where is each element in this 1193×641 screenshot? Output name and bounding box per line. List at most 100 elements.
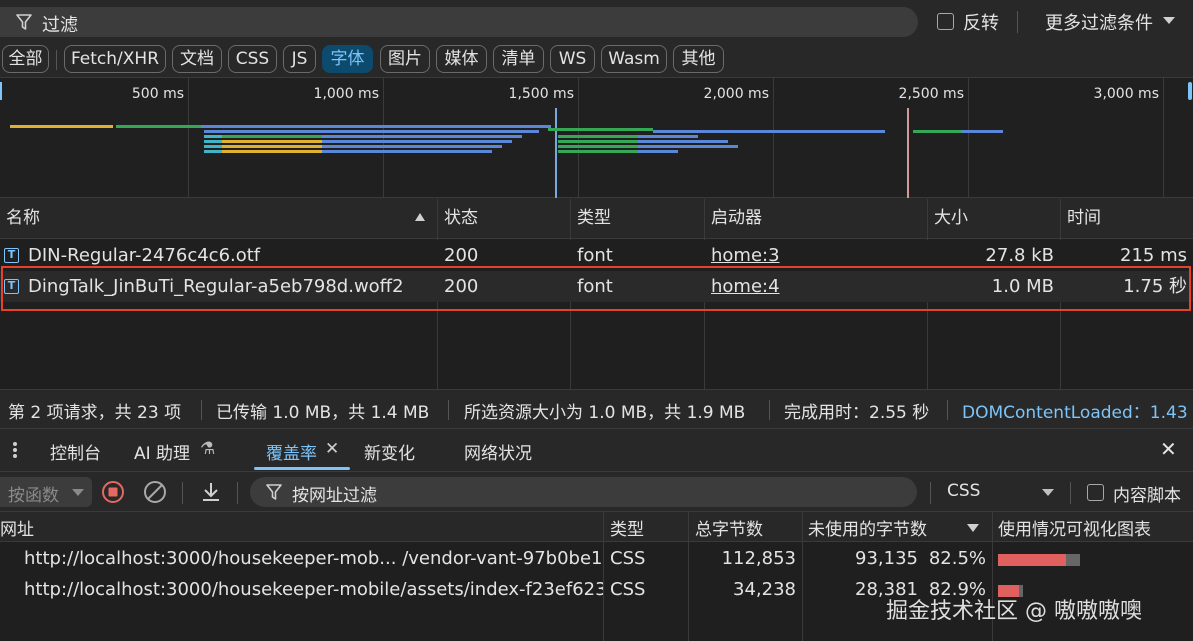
active-tab-indicator [254, 467, 350, 470]
filter-input[interactable]: 过滤 [0, 7, 918, 37]
sort-ascending-icon [415, 213, 425, 221]
divider [930, 482, 931, 504]
chip-all[interactable]: 全部 [2, 45, 49, 73]
column-header-size[interactable]: 大小 [928, 199, 1058, 239]
chip-js[interactable]: JS [283, 45, 316, 73]
chip-other[interactable]: 其他 [673, 45, 724, 73]
stop-recording-icon[interactable] [101, 480, 125, 504]
column-header-status[interactable]: 状态 [438, 199, 568, 239]
tick-label: 3,000 ms [1093, 86, 1159, 102]
range-handle-right[interactable] [1188, 82, 1192, 100]
request-row[interactable]: T DIN-Regular-2476c4c6.otf 200 font home… [0, 240, 1193, 271]
chip-doc[interactable]: 文档 [172, 45, 222, 73]
waterfall-bar [558, 145, 638, 148]
content-scripts-checkbox[interactable] [1087, 484, 1104, 501]
range-handle-left[interactable] [0, 82, 2, 100]
tick-label: 2,000 ms [703, 86, 769, 102]
more-filters-dropdown[interactable]: 更多过滤条件 [1045, 9, 1153, 35]
column-header-name[interactable]: 名称 [0, 199, 437, 239]
tick-label: 1,000 ms [313, 86, 379, 102]
load-marker [907, 108, 909, 198]
coverage-url: http://localhost:3000/housekeeper-mobile… [24, 579, 603, 600]
url-filter-input[interactable]: 按网址过滤 [250, 477, 917, 507]
tick-line [188, 78, 189, 198]
download-icon[interactable] [199, 480, 223, 504]
tab-ai-assistant[interactable]: AI 助理 [134, 439, 190, 464]
tab-network-conditions[interactable]: 网络状况 [464, 439, 532, 464]
divider [947, 400, 948, 420]
chip-ws[interactable]: WS [550, 45, 595, 73]
request-size: 27.8 kB [985, 245, 1054, 266]
chevron-down-icon[interactable] [1163, 17, 1175, 24]
coverage-row[interactable]: http://localhost:3000/housekeeper-mob...… [0, 543, 1193, 574]
resource-type-filters: 全部 Fetch/XHR 文档 CSS JS 字体 图片 媒体 清单 WS Wa… [0, 44, 1193, 74]
column-header-initiator[interactable]: 启动器 [705, 199, 925, 239]
coverage-unused-percent: 82.5% [928, 548, 986, 569]
dcl-marker [555, 108, 557, 198]
request-status: 200 [444, 245, 479, 266]
dom-content-loaded-time: DOMContentLoaded：1.43 [962, 403, 1188, 423]
tick-label: 500 ms [131, 86, 184, 102]
request-count: 第 2 项请求，共 23 项 [8, 403, 182, 423]
waterfall-bar [204, 135, 222, 138]
request-size: 1.0 MB [991, 276, 1054, 297]
column-header-url[interactable]: 网址 [0, 515, 34, 540]
tab-coverage[interactable]: 覆盖率 [266, 439, 317, 464]
column-header-unused-bytes[interactable]: 未使用的字节数 [808, 515, 927, 540]
waterfall-bar [322, 145, 502, 148]
divider [56, 50, 57, 70]
request-time: 215 ms [1120, 245, 1187, 266]
coverage-granularity-label: 按函数 [8, 486, 59, 506]
chip-wasm[interactable]: Wasm [601, 45, 667, 73]
chip-media[interactable]: 媒体 [436, 45, 487, 73]
request-initiator-link[interactable]: home:3 [705, 240, 925, 271]
tab-changes[interactable]: 新变化 [364, 439, 415, 464]
request-initiator-link[interactable]: home:4 [705, 271, 925, 302]
waterfall-bar [322, 135, 522, 138]
chip-css[interactable]: CSS [228, 45, 277, 73]
waterfall-bar [638, 145, 738, 148]
waterfall-bar [653, 130, 885, 133]
finish-time: 完成用时：2.55 秒 [784, 403, 930, 423]
column-header-type[interactable]: 类型 [571, 199, 701, 239]
column-header-usage-chart[interactable]: 使用情况可视化图表 [998, 515, 1151, 540]
requests-table-header: 名称 状态 类型 启动器 大小 时间 [0, 199, 1193, 239]
chip-img[interactable]: 图片 [380, 45, 430, 73]
waterfall-bar [201, 125, 551, 128]
tick-label: 1,500 ms [508, 86, 574, 102]
tab-console[interactable]: 控制台 [50, 439, 101, 464]
column-header-time[interactable]: 时间 [1061, 199, 1191, 239]
divider [1017, 11, 1018, 33]
chip-fetch-xhr[interactable]: Fetch/XHR [64, 45, 166, 73]
clear-icon[interactable] [143, 480, 167, 504]
type-filter-select[interactable]: CSS [947, 481, 980, 501]
close-drawer-icon[interactable]: ✕ [1160, 437, 1177, 461]
column-header-type[interactable]: 类型 [610, 515, 644, 540]
coverage-granularity-select[interactable]: 按函数 [0, 477, 92, 507]
waterfall-bar [204, 150, 222, 153]
request-name: DingTalk_JinBuTi_Regular-a5eb798d.woff2 [28, 276, 404, 297]
request-time: 1.75 秒 [1123, 276, 1187, 297]
url-filter-placeholder: 按网址过滤 [292, 486, 377, 506]
close-tab-icon[interactable]: ✕ [325, 439, 339, 459]
column-header-total-bytes[interactable]: 总字节数 [695, 515, 763, 540]
waterfall-bar [116, 125, 201, 128]
more-vertical-icon[interactable] [12, 441, 18, 459]
divider [182, 482, 183, 504]
divider [769, 400, 770, 420]
font-file-icon: T [4, 279, 19, 294]
coverage-table-header: 网址 类型 总字节数 未使用的字节数 使用情况可视化图表 [0, 511, 1193, 542]
waterfall-bar [322, 150, 492, 153]
sort-descending-icon [967, 524, 979, 532]
waterfall-bar [558, 135, 638, 138]
chip-manifest[interactable]: 清单 [493, 45, 544, 73]
chevron-down-icon[interactable] [1042, 489, 1054, 496]
chip-font[interactable]: 字体 [322, 45, 373, 73]
waterfall-bar [204, 130, 539, 133]
request-row-selected[interactable]: T DingTalk_JinBuTi_Regular-a5eb798d.woff… [0, 271, 1193, 302]
network-overview-timeline[interactable]: 500 ms 1,000 ms 1,500 ms 2,000 ms 2,500 … [0, 77, 1193, 198]
request-type: font [577, 276, 613, 297]
invert-checkbox[interactable] [937, 13, 954, 30]
coverage-type: CSS [610, 548, 646, 569]
tick-line [773, 78, 774, 198]
